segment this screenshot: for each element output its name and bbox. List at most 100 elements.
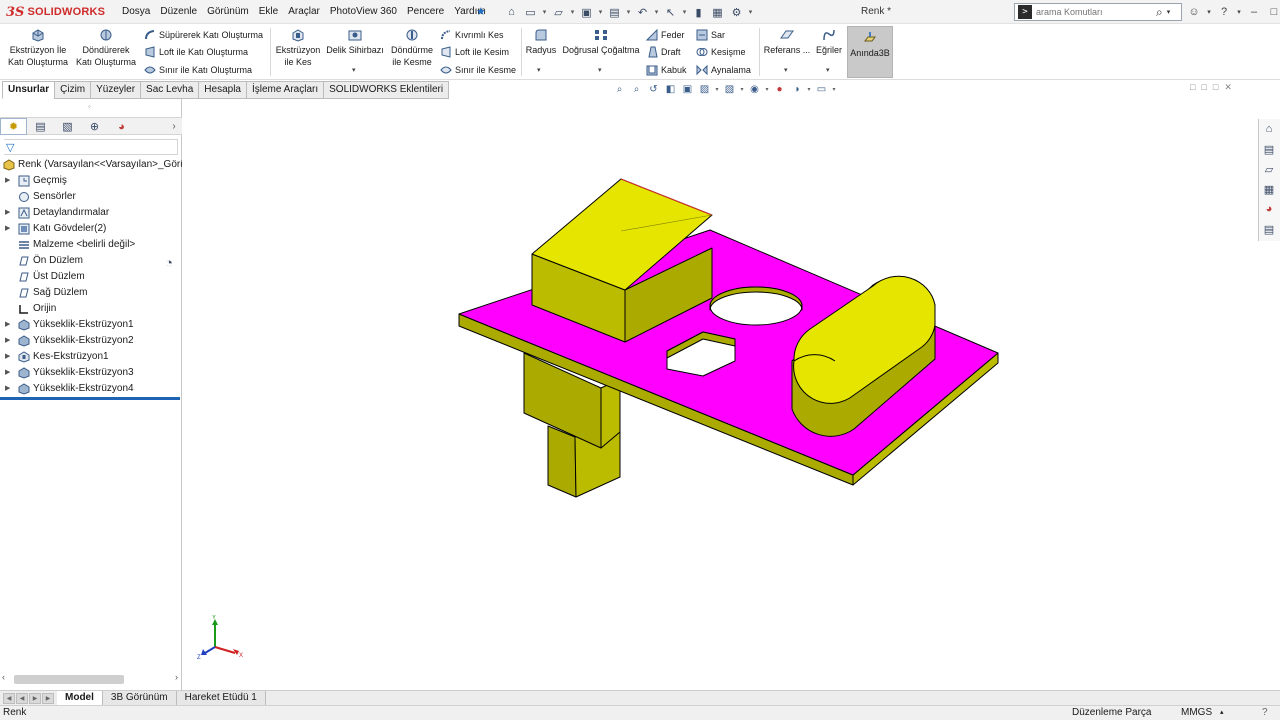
configuration-manager-tab-icon[interactable]: ▧	[54, 118, 81, 135]
expand-arrow-icon[interactable]: ▶	[5, 221, 10, 237]
home-icon[interactable]: ⌂	[503, 4, 520, 21]
shell-button[interactable]: Kabuk	[646, 62, 687, 78]
feature-filter-bar[interactable]: ▽	[4, 139, 178, 155]
tab-solidworks-addins[interactable]: SOLIDWORKS Eklentileri	[323, 81, 450, 99]
tree-node[interactable]: Ön Düzlem	[0, 253, 182, 269]
menu-window[interactable]: Pencere	[402, 0, 449, 24]
chevron-down-icon[interactable]: ▾	[1167, 8, 1171, 16]
rollback-bar[interactable]	[0, 397, 180, 400]
pin-menu-icon[interactable]: ★	[476, 5, 486, 18]
loft-cut-button[interactable]: Loft ile Kesim	[440, 44, 509, 60]
previous-tab-icon[interactable]: ◀	[16, 693, 28, 704]
unit-system-selector[interactable]: MMGS	[1181, 707, 1212, 718]
tab-features[interactable]: Unsurlar	[2, 81, 56, 99]
tree-node[interactable]: ▶ Yükseklik-Ekstrüzyon3	[0, 365, 182, 381]
tab-evaluate[interactable]: Hesapla	[198, 81, 247, 99]
filter-funnel-icon[interactable]: ▽	[6, 141, 14, 154]
mirror-button[interactable]: Aynalama	[696, 62, 751, 78]
chevron-down-icon[interactable]: ▾	[537, 66, 541, 74]
curves-button[interactable]: Eğriler	[812, 28, 846, 56]
tree-node[interactable]: ▶ Katı Gövdeler(2)	[0, 221, 182, 237]
swept-cut-button[interactable]: Kıvrımlı Kes	[440, 27, 504, 43]
linear-pattern-button[interactable]: Doğrusal Çoğaltma	[560, 28, 642, 56]
maximize-icon[interactable]: □	[1213, 82, 1218, 93]
display-style-icon[interactable]: ▧	[722, 82, 737, 96]
tree-node[interactable]: ▶ Yükseklik-Ekstrüzyon4	[0, 381, 182, 397]
search-icon[interactable]: ⌕	[1156, 5, 1163, 20]
scrollbar-thumb[interactable]	[14, 675, 124, 684]
scroll-right-icon[interactable]: ›	[175, 672, 178, 682]
tree-node[interactable]: Malzeme <belirli değil>	[0, 237, 182, 253]
chevron-down-icon[interactable]: ▾	[569, 8, 576, 16]
command-search-box[interactable]: > ⌕ ▾	[1014, 3, 1182, 21]
expand-arrow-icon[interactable]: ▶	[5, 205, 10, 221]
hole-wizard-button[interactable]: Delik Sihirbazı	[326, 28, 384, 56]
maximize-icon[interactable]: □	[1266, 6, 1280, 18]
tree-node[interactable]: ▶ Kes-Ekstrüzyon1	[0, 349, 182, 365]
boundary-cut-button[interactable]: Sınır ile Kesme	[440, 62, 516, 78]
chevron-down-icon[interactable]: ▾	[1236, 8, 1242, 16]
chevron-right-icon[interactable]: ›	[166, 118, 182, 134]
tree-node[interactable]: ▶ Detaylandırmalar	[0, 205, 182, 221]
file-properties-icon[interactable]: ▦	[709, 4, 726, 21]
tile-icon[interactable]: □	[1201, 82, 1206, 93]
status-help-icon[interactable]: ?	[1262, 707, 1268, 718]
tree-node[interactable]: ▶ Yükseklik-Ekstrüzyon2	[0, 333, 182, 349]
instant3d-button[interactable]: Anında3B	[847, 26, 893, 78]
menu-view[interactable]: Görünüm	[202, 0, 254, 24]
expand-arrow-icon[interactable]: ▶	[5, 365, 10, 381]
tree-panel-pin-icon[interactable]: ◔	[165, 255, 173, 270]
panel-grip-icon[interactable]: ◦	[88, 102, 91, 111]
minimize-icon[interactable]: –	[1246, 6, 1262, 18]
menu-file[interactable]: Dosya	[117, 0, 155, 24]
menu-insert[interactable]: Ekle	[254, 0, 283, 24]
chevron-down-icon[interactable]: ▾	[806, 86, 812, 93]
close-icon[interactable]: ✕	[1224, 82, 1232, 93]
tree-node[interactable]: Üst Düzlem	[0, 269, 182, 285]
chevron-down-icon[interactable]: ▾	[1206, 8, 1212, 16]
save-icon[interactable]: ▣	[578, 4, 595, 21]
rebuild-icon[interactable]: ▮	[690, 4, 707, 21]
property-manager-tab-icon[interactable]: ▤	[27, 118, 54, 135]
tree-node[interactable]: Sağ Düzlem	[0, 285, 182, 301]
first-tab-icon[interactable]: ◀	[3, 693, 15, 704]
view-orientation-icon[interactable]: ▨	[697, 82, 712, 96]
zoom-to-area-icon[interactable]: ⌕	[629, 82, 644, 96]
undo-icon[interactable]: ↶	[634, 4, 651, 21]
chevron-down-icon[interactable]: ▾	[739, 86, 745, 93]
chevron-down-icon[interactable]: ▾	[714, 86, 720, 93]
appearances-icon[interactable]: ◕	[1259, 199, 1279, 219]
chevron-down-icon[interactable]: ▾	[625, 8, 632, 16]
custom-properties-icon[interactable]: ▤	[1259, 219, 1279, 239]
3d-model-view[interactable]	[183, 99, 1258, 690]
chevron-down-icon[interactable]: ▾	[597, 8, 604, 16]
tab-3d-views[interactable]: 3B Görünüm	[102, 691, 177, 705]
tab-sheet-metal[interactable]: Sac Levha	[140, 81, 200, 99]
previous-view-icon[interactable]: ↺	[646, 82, 661, 96]
file-explorer-icon[interactable]: ▱	[1259, 159, 1279, 179]
fillet-button[interactable]: Radyus	[524, 28, 558, 56]
intersect-button[interactable]: Kesişme	[696, 44, 746, 60]
expand-arrow-icon[interactable]: ▶	[5, 381, 10, 397]
user-icon[interactable]: ☺	[1186, 6, 1202, 18]
design-library-icon[interactable]: ▤	[1259, 139, 1279, 159]
extrude-boss-button[interactable]: Ekstrüzyon İle Katı Oluşturma	[5, 28, 71, 68]
tree-horizontal-scrollbar[interactable]: ‹ ›	[2, 672, 180, 686]
chevron-down-icon[interactable]: ▾	[598, 66, 602, 74]
search-commands-input[interactable]	[1036, 7, 1154, 17]
apply-scene-icon[interactable]: ◑	[789, 82, 804, 96]
zoom-to-fit-icon[interactable]: ⌕	[612, 82, 627, 96]
tree-node[interactable]: Sensörler	[0, 189, 182, 205]
chevron-down-icon[interactable]: ▾	[747, 8, 754, 16]
tree-node[interactable]: ▶ Yükseklik-Ekstrüzyon1	[0, 317, 182, 333]
wrap-button[interactable]: Sar	[696, 27, 725, 43]
expand-arrow-icon[interactable]: ▶	[5, 349, 10, 365]
chevron-down-icon[interactable]: ▾	[681, 8, 688, 16]
dimxpert-tab-icon[interactable]: ⊕	[81, 118, 108, 135]
display-manager-tab-icon[interactable]: ◕	[108, 118, 135, 135]
new-document-icon[interactable]: ▭	[522, 4, 539, 21]
chevron-down-icon[interactable]: ▾	[653, 8, 660, 16]
select-arrow-icon[interactable]: ↖	[662, 4, 679, 21]
expand-arrow-icon[interactable]: ▶	[5, 317, 10, 333]
tree-node[interactable]: ▶ Geçmiş	[0, 173, 182, 189]
